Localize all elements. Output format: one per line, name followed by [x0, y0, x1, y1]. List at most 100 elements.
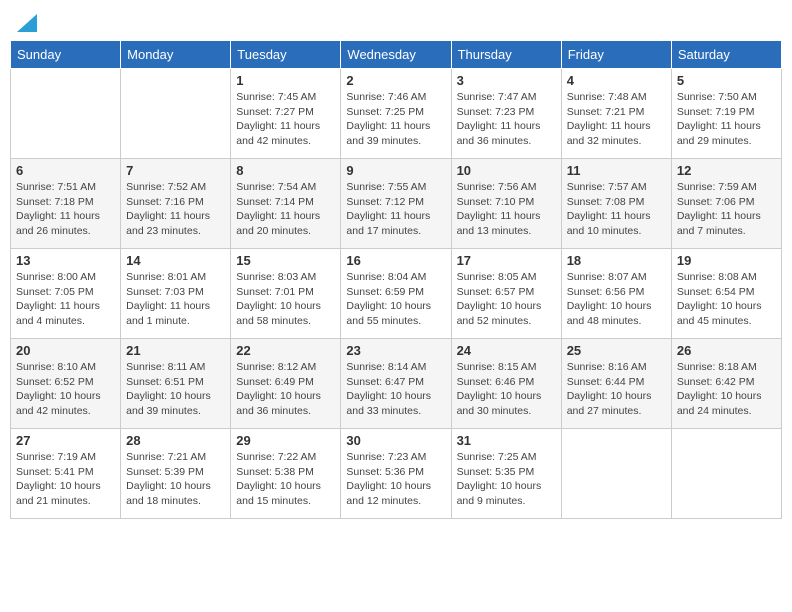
day-info: Sunrise: 8:04 AMSunset: 6:59 PMDaylight:…: [346, 271, 431, 327]
day-info: Sunrise: 7:51 AMSunset: 7:18 PMDaylight:…: [16, 181, 100, 237]
calendar-day-cell: [561, 429, 671, 519]
calendar-day-cell: 15Sunrise: 8:03 AMSunset: 7:01 PMDayligh…: [231, 249, 341, 339]
day-number: 31: [457, 433, 556, 448]
day-info: Sunrise: 7:19 AMSunset: 5:41 PMDaylight:…: [16, 451, 101, 507]
day-info: Sunrise: 7:47 AMSunset: 7:23 PMDaylight:…: [457, 91, 541, 147]
day-number: 23: [346, 343, 445, 358]
weekday-cell: Friday: [561, 41, 671, 69]
day-info: Sunrise: 8:08 AMSunset: 6:54 PMDaylight:…: [677, 271, 762, 327]
day-number: 17: [457, 253, 556, 268]
day-info: Sunrise: 8:14 AMSunset: 6:47 PMDaylight:…: [346, 361, 431, 417]
day-number: 25: [567, 343, 666, 358]
day-info: Sunrise: 7:56 AMSunset: 7:10 PMDaylight:…: [457, 181, 541, 237]
calendar-day-cell: [671, 429, 781, 519]
day-number: 4: [567, 73, 666, 88]
day-number: 18: [567, 253, 666, 268]
weekday-cell: Saturday: [671, 41, 781, 69]
calendar-day-cell: 7 Sunrise: 7:52 AMSunset: 7:16 PMDaylight…: [121, 159, 231, 249]
day-number: 11: [567, 163, 666, 178]
calendar-week-row: 13 Sunrise: 8:00 AMSunset: 7:05 PMDayligh…: [11, 249, 782, 339]
calendar-day-cell: 20Sunrise: 8:10 AMSunset: 6:52 PMDayligh…: [11, 339, 121, 429]
day-info: Sunrise: 7:21 AMSunset: 5:39 PMDaylight:…: [126, 451, 211, 507]
weekday-header: SundayMondayTuesdayWednesdayThursdayFrid…: [11, 41, 782, 69]
day-number: 30: [346, 433, 445, 448]
day-number: 24: [457, 343, 556, 358]
calendar-day-cell: 10 Sunrise: 7:56 AMSunset: 7:10 PMDayligh…: [451, 159, 561, 249]
calendar-week-row: 27 Sunrise: 7:19 AMSunset: 5:41 PMDayligh…: [11, 429, 782, 519]
day-info: Sunrise: 7:52 AMSunset: 7:16 PMDaylight:…: [126, 181, 210, 237]
day-number: 1: [236, 73, 335, 88]
calendar-day-cell: 25 Sunrise: 8:16 AMSunset: 6:44 PMDayligh…: [561, 339, 671, 429]
day-info: Sunrise: 8:01 AMSunset: 7:03 PMDaylight:…: [126, 271, 210, 327]
day-info: Sunrise: 8:18 AMSunset: 6:42 PMDaylight:…: [677, 361, 762, 417]
day-info: Sunrise: 8:05 AMSunset: 6:57 PMDaylight:…: [457, 271, 542, 327]
weekday-cell: Wednesday: [341, 41, 451, 69]
weekday-cell: Thursday: [451, 41, 561, 69]
calendar-day-cell: 11 Sunrise: 7:57 AMSunset: 7:08 PMDayligh…: [561, 159, 671, 249]
calendar-day-cell: 18 Sunrise: 8:07 AMSunset: 6:56 PMDayligh…: [561, 249, 671, 339]
day-info: Sunrise: 8:12 AMSunset: 6:49 PMDaylight:…: [236, 361, 321, 417]
day-info: Sunrise: 7:57 AMSunset: 7:08 PMDaylight:…: [567, 181, 651, 237]
calendar-day-cell: 21 Sunrise: 8:11 AMSunset: 6:51 PMDayligh…: [121, 339, 231, 429]
calendar-day-cell: 2 Sunrise: 7:46 AMSunset: 7:25 PMDaylight…: [341, 69, 451, 159]
day-info: Sunrise: 7:54 AMSunset: 7:14 PMDaylight:…: [236, 181, 320, 237]
weekday-cell: Sunday: [11, 41, 121, 69]
calendar-day-cell: 12 Sunrise: 7:59 AMSunset: 7:06 PMDayligh…: [671, 159, 781, 249]
day-number: 19: [677, 253, 776, 268]
calendar-week-row: 20Sunrise: 8:10 AMSunset: 6:52 PMDayligh…: [11, 339, 782, 429]
day-info: Sunrise: 7:45 AMSunset: 7:27 PMDaylight:…: [236, 91, 320, 147]
day-info: Sunrise: 8:15 AMSunset: 6:46 PMDaylight:…: [457, 361, 542, 417]
calendar-day-cell: 13 Sunrise: 8:00 AMSunset: 7:05 PMDayligh…: [11, 249, 121, 339]
calendar-day-cell: 17 Sunrise: 8:05 AMSunset: 6:57 PMDayligh…: [451, 249, 561, 339]
calendar-day-cell: 22 Sunrise: 8:12 AMSunset: 6:49 PMDayligh…: [231, 339, 341, 429]
day-info: Sunrise: 7:22 AMSunset: 5:38 PMDaylight:…: [236, 451, 321, 507]
day-number: 9: [346, 163, 445, 178]
day-info: Sunrise: 7:25 AMSunset: 5:35 PMDaylight:…: [457, 451, 542, 507]
calendar-day-cell: 26 Sunrise: 8:18 AMSunset: 6:42 PMDayligh…: [671, 339, 781, 429]
day-info: Sunrise: 7:59 AMSunset: 7:06 PMDaylight:…: [677, 181, 761, 237]
calendar-day-cell: 29 Sunrise: 7:22 AMSunset: 5:38 PMDayligh…: [231, 429, 341, 519]
day-info: Sunrise: 8:16 AMSunset: 6:44 PMDaylight:…: [567, 361, 652, 417]
calendar-day-cell: [11, 69, 121, 159]
day-number: 8: [236, 163, 335, 178]
calendar-header: [10, 10, 782, 32]
day-number: 28: [126, 433, 225, 448]
calendar-day-cell: 1 Sunrise: 7:45 AMSunset: 7:27 PMDaylight…: [231, 69, 341, 159]
calendar-week-row: 6Sunrise: 7:51 AMSunset: 7:18 PMDaylight…: [11, 159, 782, 249]
day-number: 29: [236, 433, 335, 448]
calendar-day-cell: 28 Sunrise: 7:21 AMSunset: 5:39 PMDayligh…: [121, 429, 231, 519]
day-info: Sunrise: 7:48 AMSunset: 7:21 PMDaylight:…: [567, 91, 651, 147]
day-number: 26: [677, 343, 776, 358]
day-number: 22: [236, 343, 335, 358]
calendar-day-cell: 6Sunrise: 7:51 AMSunset: 7:18 PMDaylight…: [11, 159, 121, 249]
day-number: 10: [457, 163, 556, 178]
day-number: 27: [16, 433, 115, 448]
calendar-day-cell: 19 Sunrise: 8:08 AMSunset: 6:54 PMDayligh…: [671, 249, 781, 339]
day-number: 15: [236, 253, 335, 268]
day-info: Sunrise: 8:00 AMSunset: 7:05 PMDaylight:…: [16, 271, 100, 327]
day-info: Sunrise: 8:07 AMSunset: 6:56 PMDaylight:…: [567, 271, 652, 327]
calendar-week-row: 1 Sunrise: 7:45 AMSunset: 7:27 PMDaylight…: [11, 69, 782, 159]
calendar-day-cell: 5Sunrise: 7:50 AMSunset: 7:19 PMDaylight…: [671, 69, 781, 159]
day-number: 13: [16, 253, 115, 268]
logo: [14, 10, 37, 32]
day-info: Sunrise: 8:11 AMSunset: 6:51 PMDaylight:…: [126, 361, 211, 417]
calendar-day-cell: 4 Sunrise: 7:48 AMSunset: 7:21 PMDaylight…: [561, 69, 671, 159]
day-info: Sunrise: 7:46 AMSunset: 7:25 PMDaylight:…: [346, 91, 430, 147]
calendar-day-cell: 24 Sunrise: 8:15 AMSunset: 6:46 PMDayligh…: [451, 339, 561, 429]
day-number: 2: [346, 73, 445, 88]
day-number: 5: [677, 73, 776, 88]
day-number: 21: [126, 343, 225, 358]
day-info: Sunrise: 7:55 AMSunset: 7:12 PMDaylight:…: [346, 181, 430, 237]
calendar-day-cell: 27 Sunrise: 7:19 AMSunset: 5:41 PMDayligh…: [11, 429, 121, 519]
calendar-day-cell: 8 Sunrise: 7:54 AMSunset: 7:14 PMDaylight…: [231, 159, 341, 249]
day-number: 16: [346, 253, 445, 268]
day-info: Sunrise: 7:23 AMSunset: 5:36 PMDaylight:…: [346, 451, 431, 507]
day-number: 12: [677, 163, 776, 178]
weekday-cell: Monday: [121, 41, 231, 69]
day-number: 7: [126, 163, 225, 178]
calendar-day-cell: 16 Sunrise: 8:04 AMSunset: 6:59 PMDayligh…: [341, 249, 451, 339]
calendar-day-cell: 3Sunrise: 7:47 AMSunset: 7:23 PMDaylight…: [451, 69, 561, 159]
day-number: 20: [16, 343, 115, 358]
calendar-day-cell: [121, 69, 231, 159]
